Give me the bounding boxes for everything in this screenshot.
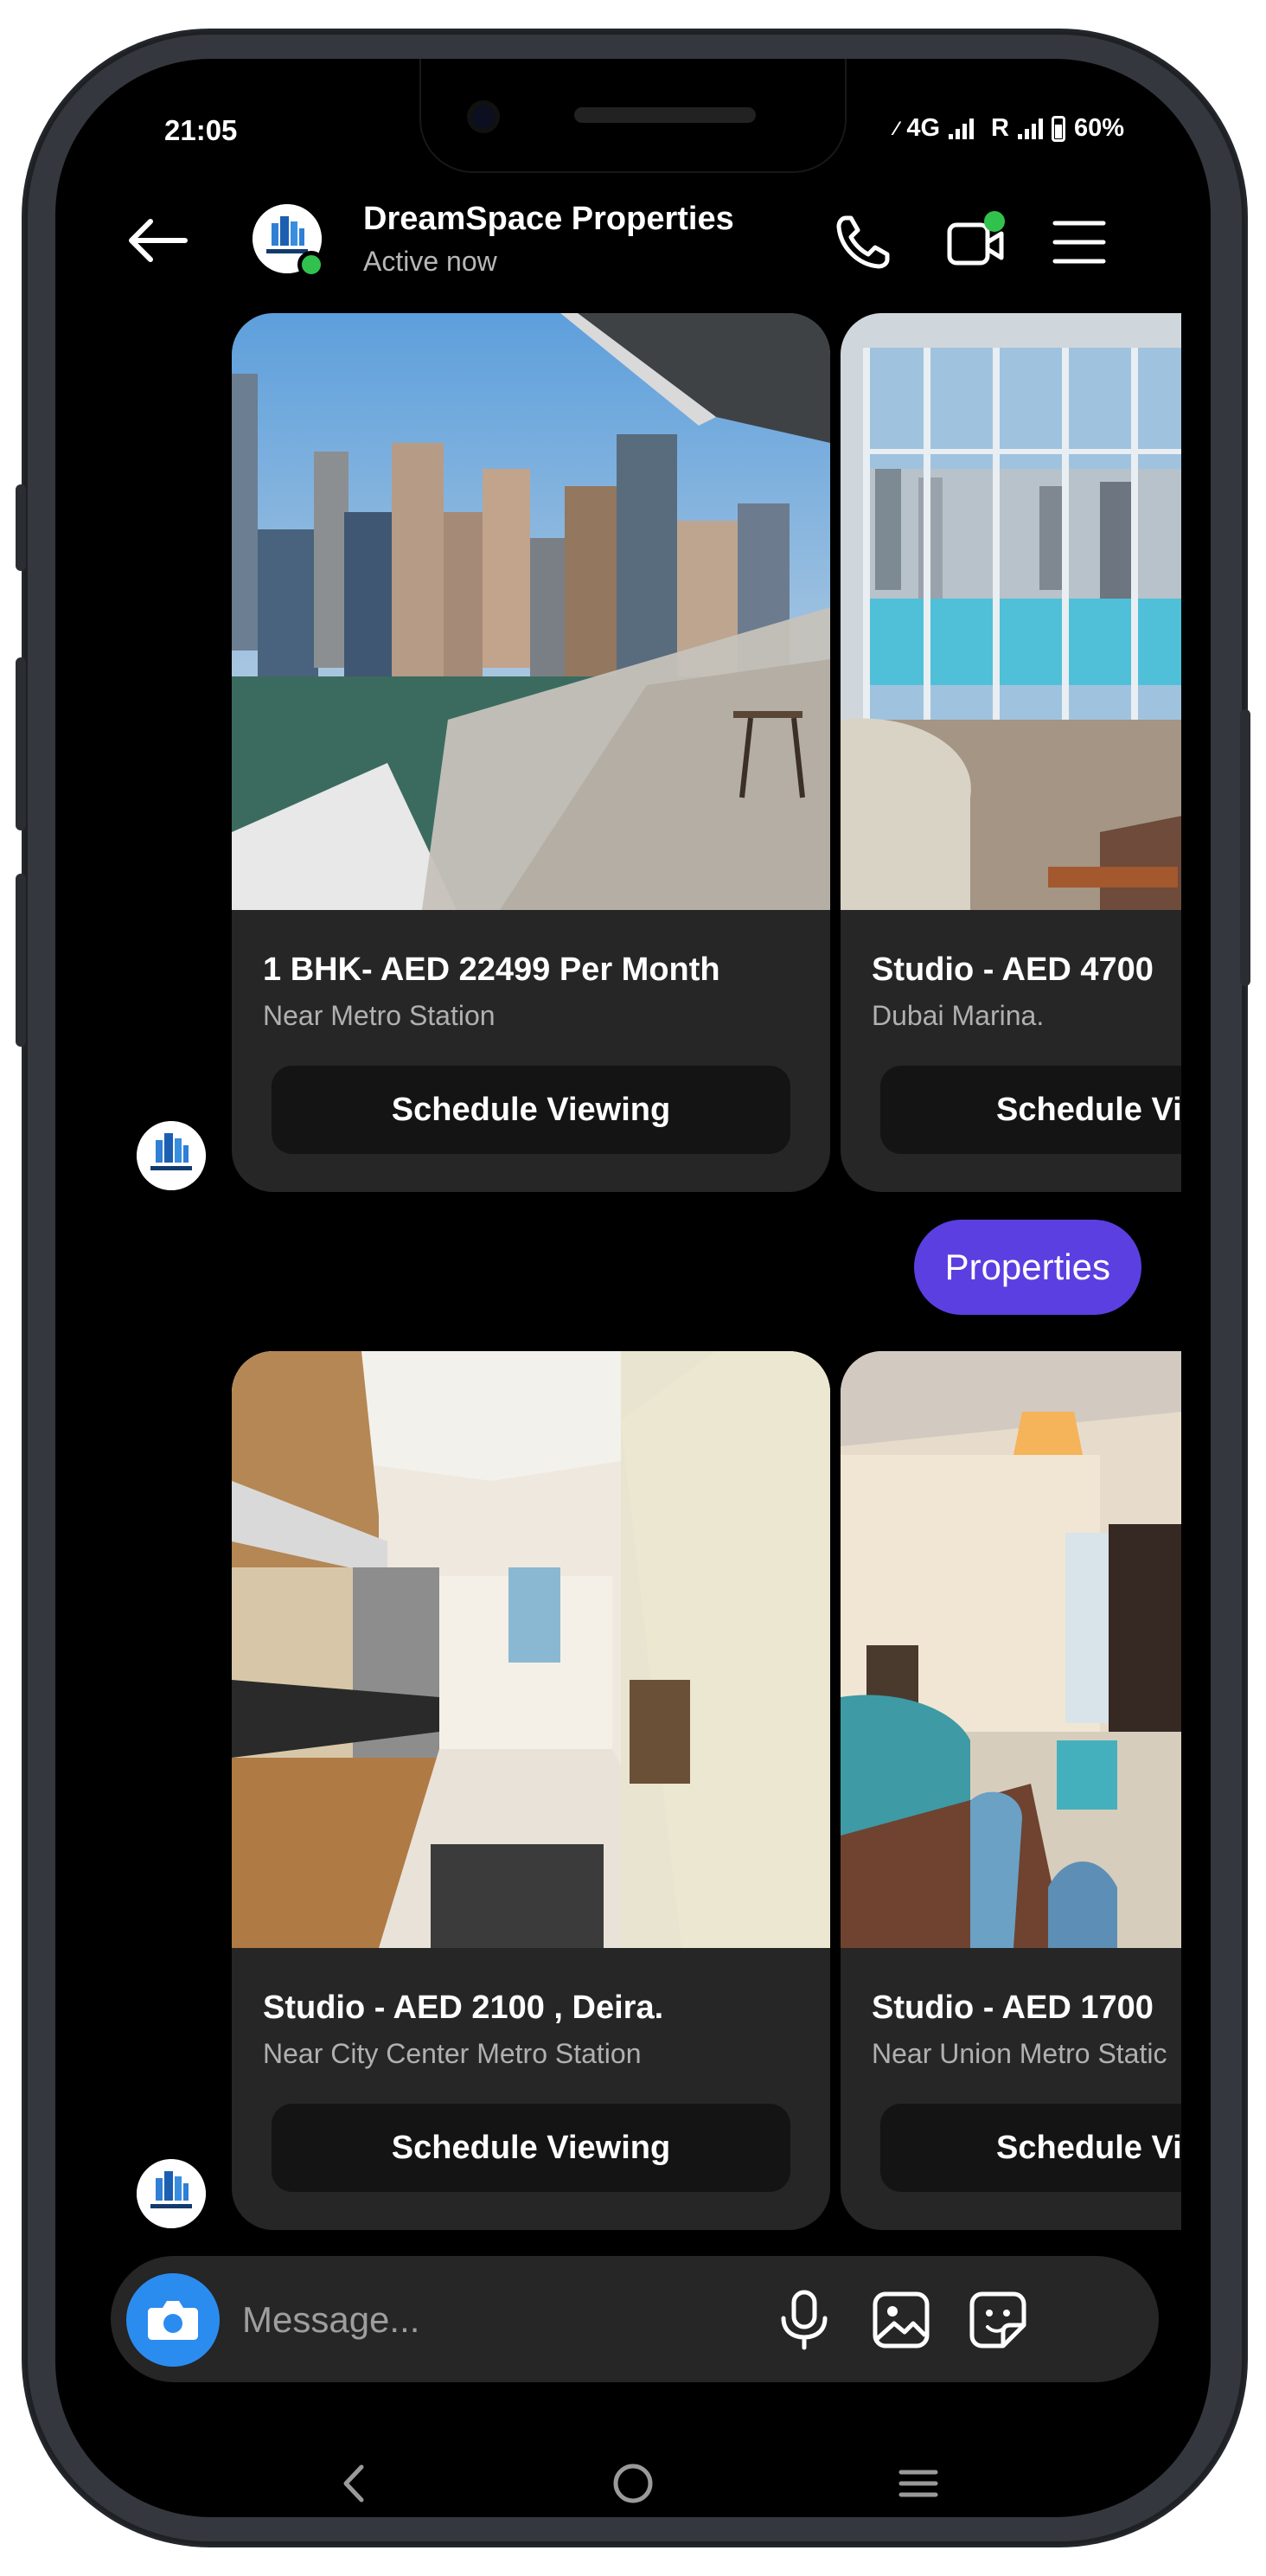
property-title: 1 BHK- AED 22499 Per Month [263,952,720,988]
network-label-roaming: R [991,114,1009,142]
earpiece-speaker [574,107,756,123]
gallery-icon[interactable] [868,2287,934,2353]
front-camera [467,100,500,133]
living-room-sofa-photo [841,1351,1181,1948]
phone-screen: 21:05 ⁄ 4G R 60% DreamSpace Properties A… [55,59,1211,2517]
contact-name[interactable]: DreamSpace Properties [363,201,734,238]
sticker-icon[interactable] [965,2287,1031,2353]
video-call-icon[interactable] [943,209,1008,275]
recents-nav-icon[interactable] [884,2453,953,2514]
wifi-calling-icon: ⁄ [894,117,898,139]
camera-icon [148,2301,198,2340]
property-title: Studio - AED 4700 [872,952,1154,988]
dreamspace-logo [137,1121,206,1190]
chat-header: DreamSpace Properties Active now [55,189,1211,292]
living-room-window-view-photo [841,313,1181,910]
status-indicators: ⁄ 4G R 60% [895,114,1124,143]
property-title: Studio - AED 2100 , Deira. [263,1990,664,2026]
property-card[interactable]: Studio - AED 1700 Near Union Metro Stati… [841,1351,1181,2230]
volume-up-button [16,657,26,830]
sender-avatar [137,1121,206,1190]
battery-percent: 60% [1073,114,1124,142]
status-time: 21:05 [164,114,238,146]
back-arrow-icon[interactable] [125,215,190,266]
volume-down-button [16,874,26,1047]
signal-bars-icon [1017,118,1043,139]
property-subtitle: Near City Center Metro Station [263,2038,642,2069]
signal-bars-icon [949,118,974,139]
property-title: Studio - AED 1700 [872,1990,1154,2026]
message-input[interactable] [240,2285,728,2355]
contact-status: Active now [363,246,497,277]
marina-balcony-view-photo [232,313,830,910]
property-carousel-1[interactable]: 1 BHK- AED 22499 Per Month Near Metro St… [232,313,1181,1192]
property-subtitle: Near Metro Station [263,1000,496,1031]
property-card[interactable]: Studio - AED 4700 Dubai Marina. Schedule… [841,313,1181,1192]
schedule-viewing-button[interactable]: Schedule Viewing [272,2104,790,2192]
sender-avatar [137,2159,206,2228]
back-nav-icon[interactable] [320,2453,389,2514]
battery-icon [1051,115,1065,142]
message-composer [111,2256,1159,2382]
schedule-viewing-button[interactable]: Schedule Vi [880,2104,1181,2192]
phone-icon[interactable] [830,209,896,275]
home-nav-icon[interactable] [598,2453,668,2514]
network-label-4g: 4G [906,114,940,142]
volume-button [16,484,26,571]
sent-message-bubble[interactable]: Properties [913,1220,1141,1315]
schedule-viewing-button[interactable]: Schedule Vi [880,1066,1181,1154]
property-card[interactable]: 1 BHK- AED 22499 Per Month Near Metro St… [232,313,830,1192]
menu-icon[interactable] [1046,209,1112,275]
camera-button[interactable] [126,2273,220,2367]
property-card[interactable]: Studio - AED 2100 , Deira. Near City Cen… [232,1351,830,2230]
dreamspace-logo [137,2159,206,2228]
property-carousel-2[interactable]: Studio - AED 2100 , Deira. Near City Cen… [232,1351,1181,2230]
power-button [1240,709,1250,986]
property-subtitle: Dubai Marina. [872,1000,1045,1031]
kitchen-hallway-photo [232,1351,830,1948]
online-status-dot [297,251,325,279]
schedule-viewing-button[interactable]: Schedule Viewing [272,1066,790,1154]
property-subtitle: Near Union Metro Static [872,2038,1167,2069]
microphone-icon[interactable] [771,2287,837,2353]
